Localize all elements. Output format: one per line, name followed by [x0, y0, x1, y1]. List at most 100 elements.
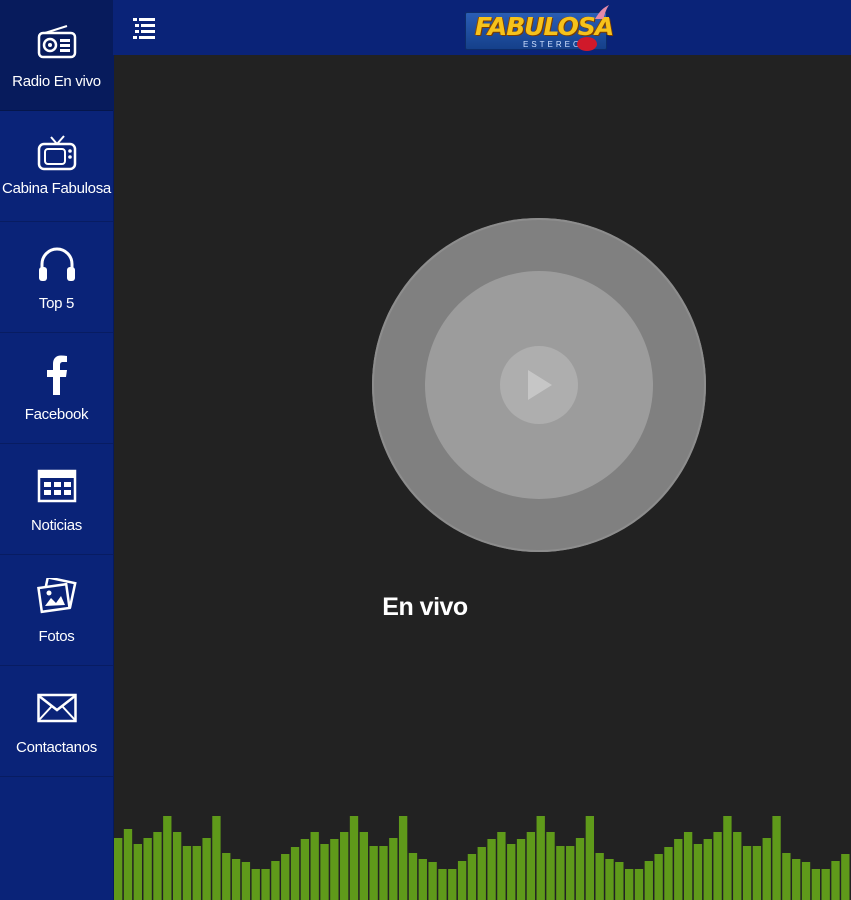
- player-inner-disc: [425, 271, 653, 499]
- sidebar-item-cabina-fabulosa[interactable]: Cabina Fabulosa: [0, 111, 113, 222]
- visualizer-bar: [241, 862, 251, 900]
- photos-icon: [36, 577, 77, 617]
- visualizer-bar: [507, 844, 516, 900]
- live-status-text: En vivo: [382, 593, 468, 621]
- visualizer-bar: [261, 869, 270, 900]
- visualizer-bar: [792, 859, 801, 900]
- visualizer-bar: [497, 832, 506, 900]
- ribbon-icon: [595, 5, 609, 19]
- visualizer-bar: [310, 832, 319, 900]
- visualizer-bar: [811, 869, 821, 900]
- sidebar-item-label: Radio En vivo: [12, 73, 101, 90]
- visualizer-bar: [457, 861, 467, 900]
- visualizer-bar: [723, 816, 732, 900]
- visualizer-bar: [212, 816, 221, 900]
- visualizer-bar: [595, 853, 604, 900]
- visualizer-bar: [575, 838, 585, 900]
- visualizer-bar: [654, 854, 663, 900]
- hamburger-list-icon: [133, 18, 155, 39]
- fabulosa-logo: FABULOSA ESTEREO: [465, 3, 615, 55]
- visualizer-bar: [163, 816, 172, 900]
- visualizer-bar: [801, 862, 811, 900]
- visualizer-bar: [762, 838, 771, 900]
- player-disc[interactable]: [372, 218, 706, 552]
- tv-icon: [37, 133, 77, 173]
- visualizer-bar: [487, 839, 496, 900]
- sidebar-item-noticias[interactable]: Noticias: [0, 444, 113, 555]
- visualizer-bar: [683, 832, 693, 900]
- visualizer-bar: [585, 816, 595, 900]
- headphones-icon: [37, 244, 77, 284]
- play-icon: [528, 370, 552, 400]
- visualizer-bar: [123, 829, 133, 900]
- sidebar-item-label: Facebook: [24, 406, 89, 423]
- visualizer-bar: [290, 847, 300, 900]
- visualizer-bar: [713, 832, 722, 900]
- visualizer-bar: [231, 859, 241, 900]
- visualizer-bar: [664, 847, 673, 900]
- visualizer-bar: [222, 853, 231, 900]
- menu-button[interactable]: [131, 16, 159, 40]
- visualizer-bar: [693, 844, 703, 900]
- visualizer-bar: [359, 832, 368, 900]
- sidebar-item-label: Cabina Fabulosa: [2, 180, 111, 197]
- visualizer-bar: [153, 832, 162, 900]
- sidebar: Radio En vivo Cabina Fabulosa Top 5 Face…: [0, 0, 114, 900]
- visualizer-bar: [782, 853, 791, 900]
- sidebar-item-label: Top 5: [38, 295, 75, 312]
- visualizer-bar: [438, 869, 447, 900]
- radio-icon: [37, 22, 77, 62]
- visualizer-bar: [369, 846, 378, 900]
- visualizer-bar: [467, 854, 477, 900]
- app-window: Radio En vivo Cabina Fabulosa Top 5 Face…: [0, 0, 851, 900]
- visualizer-bar: [182, 846, 192, 900]
- visualizer-bar: [772, 816, 781, 900]
- visualizer-bar: [330, 839, 339, 900]
- play-button[interactable]: [500, 346, 578, 424]
- visualizer-bar: [300, 839, 310, 900]
- visualizer-bar: [644, 861, 653, 900]
- facebook-icon: [37, 355, 77, 395]
- lips-icon: [577, 37, 597, 51]
- visualizer-bar: [408, 853, 418, 900]
- audio-visualizer: [114, 816, 850, 900]
- sidebar-item-fotos[interactable]: Fotos: [0, 555, 113, 666]
- sidebar-item-radio-en-vivo[interactable]: Radio En vivo: [0, 0, 113, 111]
- sidebar-item-facebook[interactable]: Facebook: [0, 333, 113, 444]
- visualizer-bar: [634, 869, 644, 900]
- visualizer-bar: [821, 869, 830, 900]
- visualizer-bar: [733, 832, 742, 900]
- visualizer-bar: [624, 869, 634, 900]
- visualizer-bar: [320, 844, 329, 900]
- visualizer-bar: [133, 844, 142, 900]
- sidebar-item-contactanos[interactable]: Contactanos: [0, 666, 113, 777]
- visualizer-bar: [448, 869, 457, 900]
- visualizer-bar: [752, 846, 762, 900]
- visualizer-bar: [379, 846, 388, 900]
- visualizer-bar: [143, 838, 152, 900]
- visualizer-bar: [389, 838, 398, 900]
- visualizer-bar: [192, 846, 201, 900]
- visualizer-bar: [271, 861, 280, 900]
- top-bar: FABULOSA ESTEREO: [113, 0, 851, 55]
- visualizer-bar: [566, 846, 575, 900]
- visualizer-bar: [349, 816, 359, 900]
- main-content: En vivo: [114, 55, 851, 900]
- visualizer-bar: [703, 839, 712, 900]
- sidebar-item-top-5[interactable]: Top 5: [0, 222, 113, 333]
- visualizer-bar: [202, 838, 211, 900]
- visualizer-bar: [516, 839, 526, 900]
- visualizer-bar: [251, 869, 260, 900]
- visualizer-bar: [674, 839, 683, 900]
- visualizer-bar: [428, 862, 437, 900]
- visualizer-bar: [536, 816, 545, 900]
- sidebar-item-label: Contactanos: [16, 739, 97, 756]
- visualizer-bar: [398, 816, 408, 900]
- visualizer-bar: [172, 832, 182, 900]
- visualizer-bar: [742, 846, 752, 900]
- sidebar-item-label: Fotos: [38, 628, 75, 645]
- visualizer-bar: [114, 838, 123, 900]
- visualizer-bar: [477, 847, 486, 900]
- visualizer-bar: [831, 861, 840, 900]
- visualizer-bar: [340, 832, 349, 900]
